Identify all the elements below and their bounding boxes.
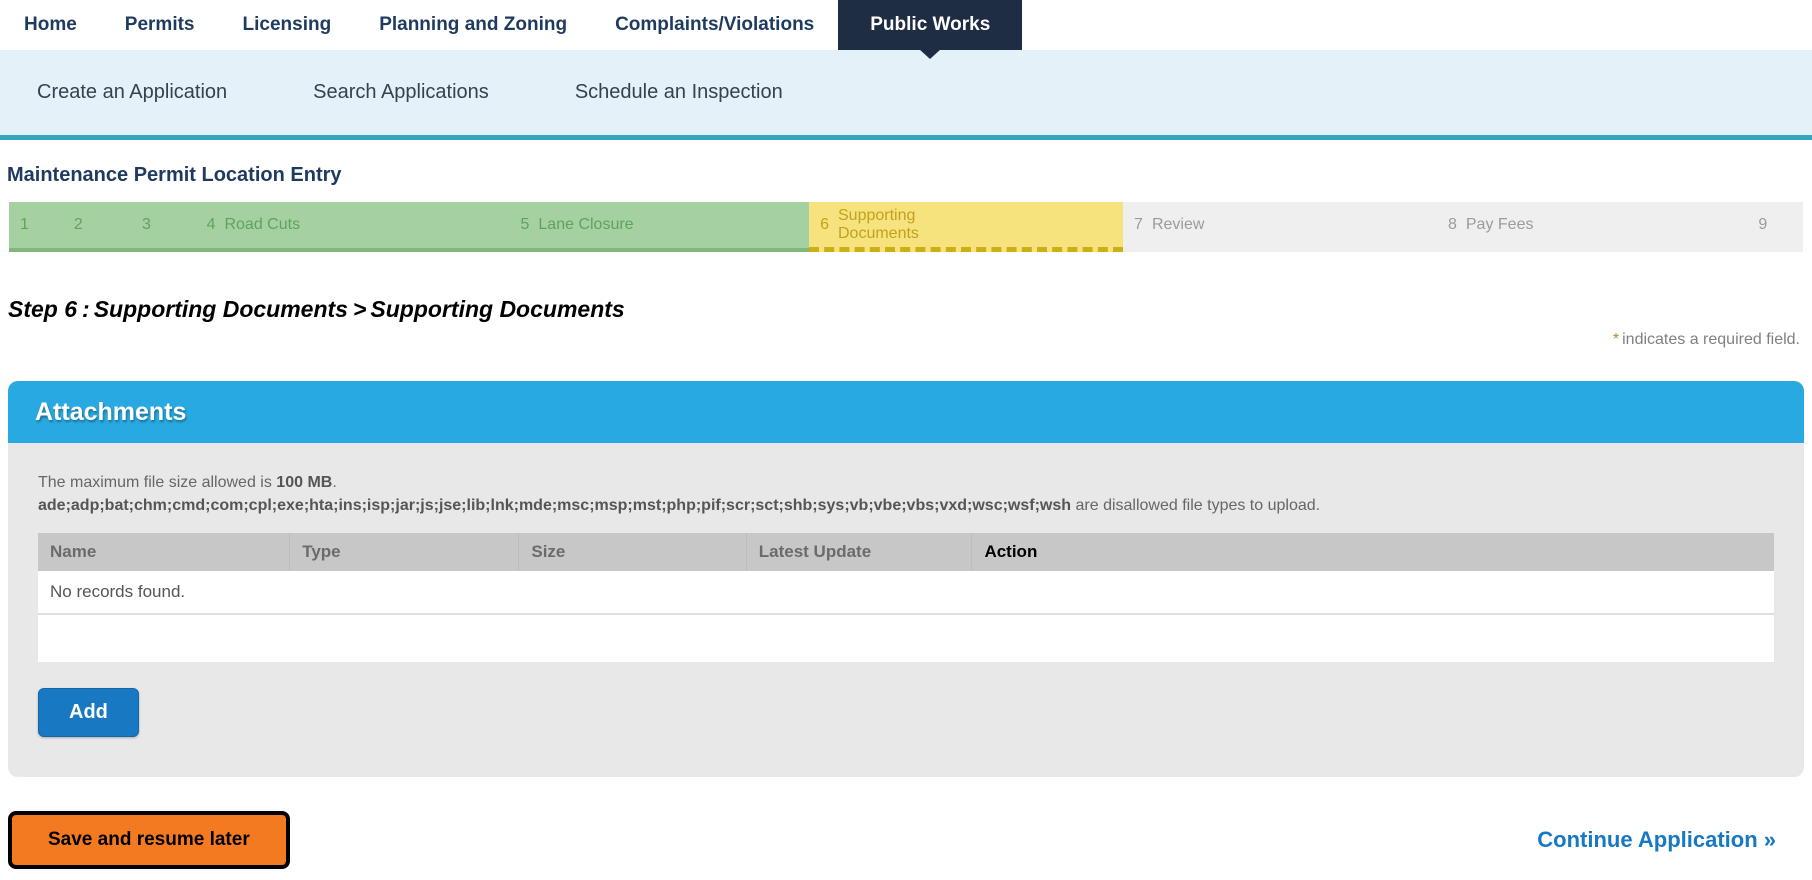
step-number: 6	[820, 215, 829, 233]
column-header-size: Size	[518, 533, 747, 571]
nav-item-public-works[interactable]: Public Works	[838, 0, 1023, 59]
step-8-pay-fees[interactable]: 8 Pay Fees	[1436, 202, 1748, 252]
step-number: 3	[141, 216, 151, 233]
step-heading-colon: :	[82, 296, 90, 322]
step-label: Review	[1151, 216, 1205, 234]
step-1[interactable]: 1	[9, 202, 63, 252]
disallowed-types-suffix: are disallowed file types to upload.	[1071, 497, 1321, 514]
subnav-item-search-applications[interactable]: Search Applications	[313, 81, 489, 104]
disallowed-types-note: ade;adp;bat;chm;cmd;com;cpl;exe;hta;ins;…	[38, 494, 1774, 517]
add-button[interactable]: Add	[38, 688, 139, 737]
step-heading-separator: >	[352, 296, 367, 322]
step-2[interactable]: 2	[62, 202, 131, 252]
step-label: Pay Fees	[1465, 216, 1534, 234]
required-field-note: * indicates a required field.	[0, 331, 1812, 349]
table-row-empty: No records found.	[38, 571, 1774, 615]
max-file-size-note: The maximum file size allowed is 100 MB.	[38, 471, 1774, 494]
required-note-text: indicates a required field.	[1622, 331, 1800, 348]
nav-item-licensing[interactable]: Licensing	[219, 0, 356, 50]
save-and-resume-button[interactable]: Save and resume later	[8, 811, 290, 869]
step-number: 1	[20, 216, 29, 233]
step-number: 7	[1134, 216, 1143, 233]
step-number: 4	[206, 216, 216, 233]
step-heading-step: Step 6	[8, 296, 78, 322]
active-tab-caret-icon	[919, 49, 942, 59]
max-file-prefix: The maximum file size allowed is	[38, 474, 277, 491]
attachments-panel-body: The maximum file size allowed is 100 MB.…	[8, 443, 1804, 777]
step-9[interactable]: 9	[1747, 202, 1803, 252]
subnav-item-create-application[interactable]: Create an Application	[37, 81, 227, 104]
column-header-action: Action	[971, 533, 1774, 571]
progress-stepper: 1 2 3 4 Road Cuts 5 Lane Closure 6 Suppo…	[9, 202, 1803, 252]
attachments-table-header-row: Name Type Size Latest Update Action	[38, 533, 1774, 571]
top-navigation: Home Permits Licensing Planning and Zoni…	[0, 0, 1812, 59]
table-spacer-row	[38, 614, 1774, 662]
step-label: Supporting Documents	[838, 206, 919, 242]
attachments-panel-header: Attachments	[8, 381, 1804, 443]
step-number: 2	[73, 216, 83, 233]
step-5-lane-closure[interactable]: 5 Lane Closure	[509, 202, 810, 252]
continue-application-link[interactable]: Continue Application »	[1537, 827, 1776, 853]
nav-item-label: Public Works	[870, 14, 991, 35]
nav-item-permits[interactable]: Permits	[101, 0, 219, 50]
max-file-suffix: .	[332, 474, 337, 491]
attachments-panel: Attachments The maximum file size allowe…	[8, 381, 1804, 777]
nav-item-complaints-violations[interactable]: Complaints/Violations	[591, 0, 838, 50]
nav-item-planning-zoning[interactable]: Planning and Zoning	[355, 0, 591, 50]
column-header-name: Name	[38, 533, 291, 571]
footer-actions: Save and resume later Continue Applicati…	[8, 811, 1776, 869]
max-file-size-value: 100 MB	[276, 474, 333, 491]
subnav-item-schedule-inspection[interactable]: Schedule an Inspection	[575, 81, 783, 104]
attachments-title: Attachments	[35, 397, 187, 426]
step-3[interactable]: 3	[130, 202, 196, 252]
column-header-type: Type	[289, 533, 520, 571]
page-title: Maintenance Permit Location Entry	[7, 164, 342, 186]
step-number: 5	[520, 216, 530, 233]
step-number: 9	[1758, 216, 1768, 233]
step-7-review[interactable]: 7 Review	[1123, 202, 1437, 252]
step-6-supporting-documents[interactable]: 6 Supporting Documents	[809, 202, 1124, 252]
step-number: 8	[1447, 216, 1457, 233]
sub-navigation: Create an Application Search Application…	[0, 50, 1812, 140]
step-label: Lane Closure	[538, 216, 634, 234]
disallowed-types-list: ade;adp;bat;chm;cmd;com;cpl;exe;hta;ins;…	[38, 497, 1072, 514]
nav-item-home[interactable]: Home	[0, 0, 101, 50]
step-heading: Step 6: Supporting Documents > Supporting D…	[8, 296, 1812, 323]
column-header-latest-update: Latest Update	[746, 533, 973, 571]
step-4-road-cuts[interactable]: 4 Road Cuts	[195, 202, 510, 252]
step-heading-section: Supporting Documents	[93, 296, 348, 322]
required-asterisk: *	[1612, 331, 1620, 348]
step-label: Road Cuts	[224, 216, 301, 234]
step-heading-subsection: Supporting Documents	[370, 296, 625, 322]
attachments-table: Name Type Size Latest Update Action No r…	[38, 533, 1774, 662]
no-records-text: No records found.	[38, 571, 1774, 615]
